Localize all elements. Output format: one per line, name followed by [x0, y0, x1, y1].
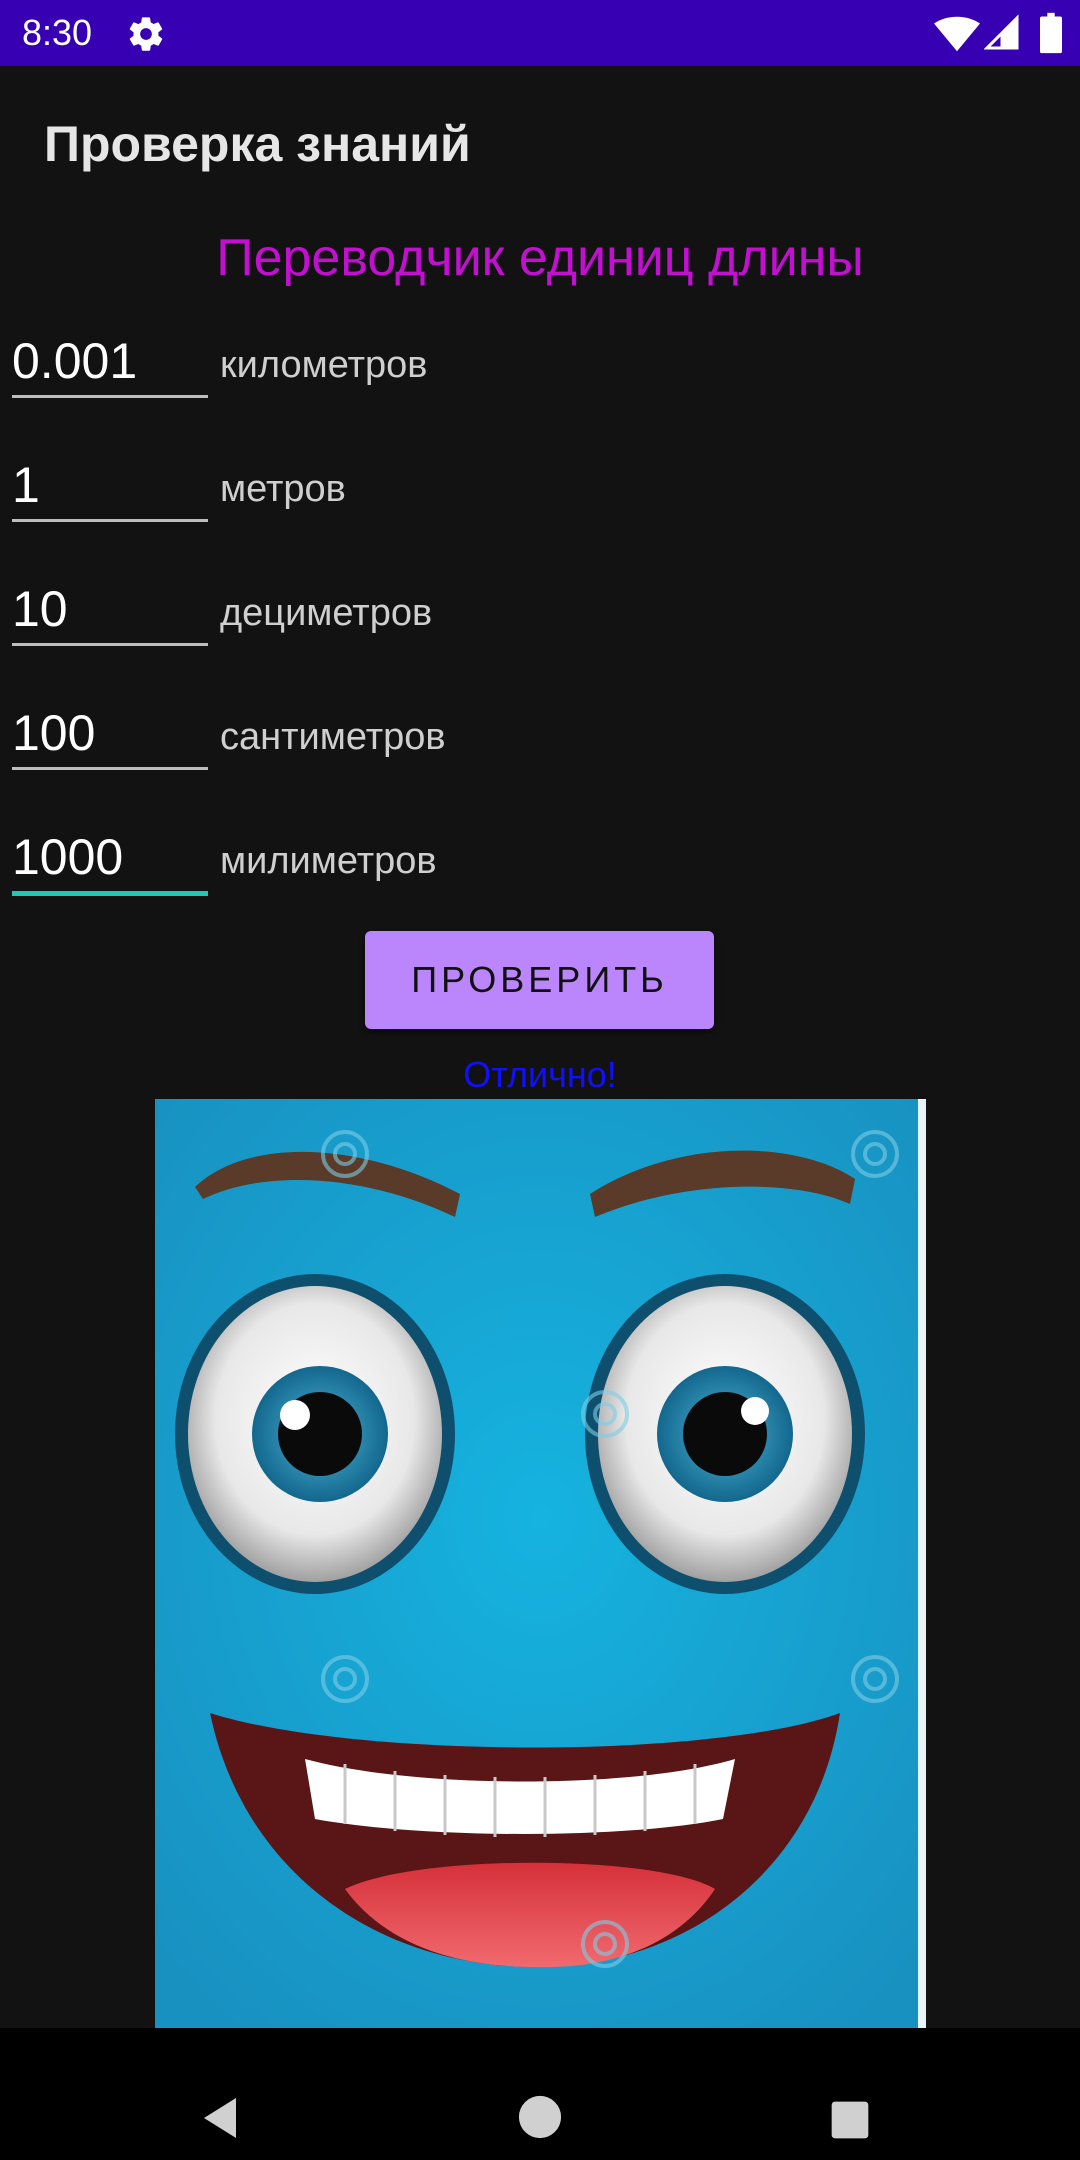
row-millimeters: милиметров — [12, 823, 1012, 903]
kilometers-label: километров — [220, 344, 428, 386]
meters-input[interactable] — [12, 451, 208, 522]
signal-icon — [984, 14, 1019, 50]
row-meters: метров — [12, 451, 1012, 531]
centimeters-label: сантиметров — [220, 716, 446, 758]
millimeters-input[interactable] — [12, 823, 208, 896]
result-text: Отлично! — [463, 1054, 617, 1095]
status-bar: 8:30 — [0, 0, 1080, 66]
gear-icon — [129, 17, 163, 51]
row-kilometers: километров — [12, 327, 1012, 407]
meters-label: метров — [220, 468, 346, 510]
home-icon[interactable] — [517, 2094, 563, 2140]
app-bar-title: Проверка знаний — [44, 116, 471, 172]
converter-title: Переводчик единиц длины — [216, 229, 864, 287]
recents-icon[interactable] — [830, 2100, 870, 2140]
kilometers-input[interactable] — [12, 327, 208, 398]
row-decimeters: дециметров — [12, 575, 1012, 655]
row-centimeters: сантиметров — [12, 699, 1012, 779]
navigation-bar — [0, 2028, 1080, 2160]
back-icon[interactable] — [198, 2094, 246, 2142]
decimeters-label: дециметров — [220, 592, 433, 634]
smiley-face-image — [155, 1099, 926, 2028]
centimeters-input[interactable] — [12, 699, 208, 770]
status-time: 8:30 — [22, 12, 93, 53]
battery-icon — [1040, 12, 1062, 54]
decimeters-input[interactable] — [12, 575, 208, 646]
wifi-icon — [934, 16, 980, 52]
millimeters-label: милиметров — [220, 840, 437, 882]
check-button[interactable]: ПРОВЕРИТЬ — [365, 931, 714, 1029]
